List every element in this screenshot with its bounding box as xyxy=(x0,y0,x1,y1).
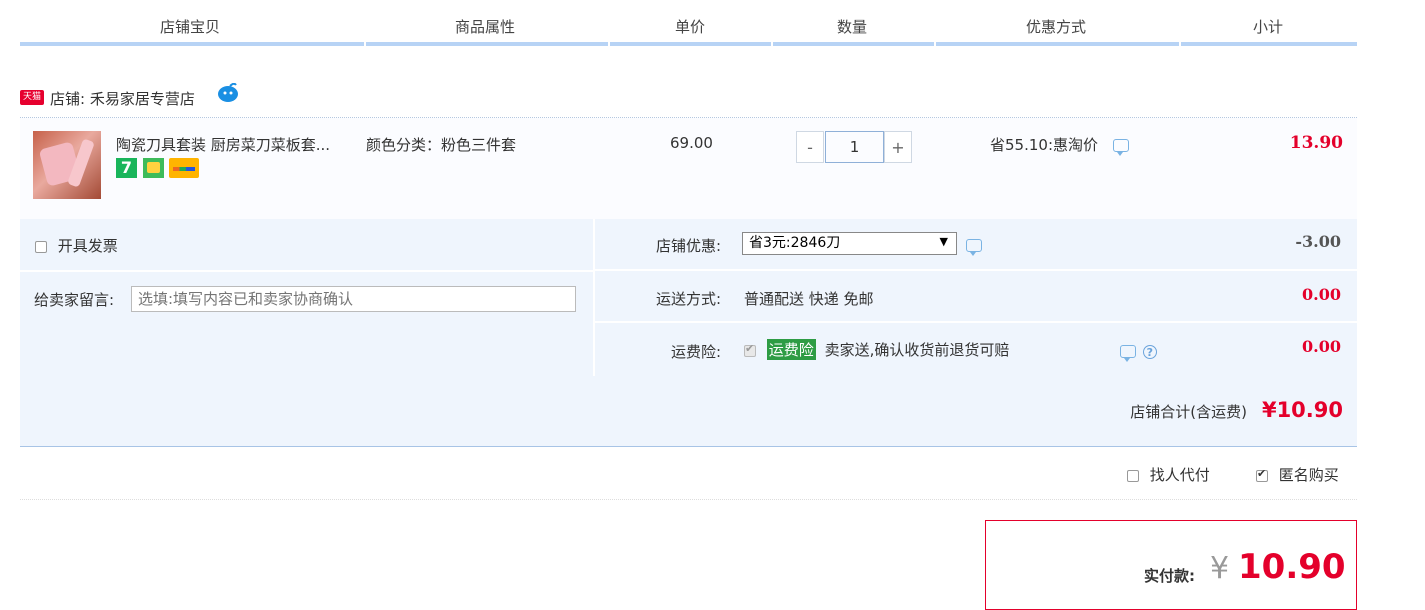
divider xyxy=(593,219,595,376)
message-label: 给卖家留言: xyxy=(34,291,115,309)
actual-payment-box: 实付款: ¥ 10.90 xyxy=(985,520,1357,610)
header-subtotal: 小计 xyxy=(1253,18,1284,36)
anonymous-checkbox[interactable] xyxy=(1256,467,1268,482)
quantity-increase-button[interactable]: + xyxy=(884,131,912,163)
invoice-option: 开具发票 xyxy=(35,235,118,256)
insurance-help-group: ? xyxy=(1120,342,1157,362)
divider xyxy=(595,321,1357,323)
item-subtotal: 13.90 xyxy=(1289,133,1343,153)
header-bar xyxy=(773,42,934,46)
shop-promo-value: 省3元:2846刀 xyxy=(749,235,841,251)
product-attribute: 颜色分类：粉色三件套 xyxy=(366,136,517,154)
header-bar xyxy=(366,42,608,46)
unit-price: 69.00 xyxy=(670,134,713,152)
shop-name[interactable]: 店铺: 禾易家居专营店 xyxy=(50,88,195,109)
shop-promo-amount: -3.00 xyxy=(1295,232,1341,251)
discount-chat-icon[interactable] xyxy=(1112,139,1129,156)
header-bar xyxy=(610,42,771,46)
product-title-link[interactable]: 陶瓷刀具套装 厨房菜刀菜板套... xyxy=(116,134,330,155)
insurance-amount: 0.00 xyxy=(1302,337,1341,356)
anonymous-label: 匿名购买 xyxy=(1278,466,1339,484)
product-thumbnail[interactable] xyxy=(33,131,101,199)
help-icon[interactable]: ? xyxy=(1142,344,1157,359)
currency-symbol: ¥ xyxy=(1210,551,1230,586)
cart-item-row: 陶瓷刀具套装 厨房菜刀菜板套... 7 颜色分类：粉色三件套 69.00 - 1… xyxy=(20,118,1357,219)
header-quantity: 数量 xyxy=(837,18,868,36)
divider xyxy=(20,499,1357,500)
wangwang-icon[interactable] xyxy=(217,83,239,103)
invoice-checkbox[interactable] xyxy=(35,240,47,253)
order-options-panel: 开具发票 给卖家留言: 店铺优惠: 省3元:2846刀 ▼ -3.00 运送方式… xyxy=(20,219,1357,376)
insurance-label: 运费险: xyxy=(670,343,721,361)
shipping-amount: 0.00 xyxy=(1302,285,1341,304)
shop-total-row: 店铺合计(含运费) ¥10.90 xyxy=(20,376,1357,447)
header-unit-price: 单价 xyxy=(675,18,706,36)
insurance-option: 运费险 卖家送,确认收货前退货可赔 xyxy=(744,339,1009,360)
header-bar xyxy=(936,42,1179,46)
quantity-decrease-button[interactable]: - xyxy=(796,131,824,163)
discount-method: 省55.10:惠淘价 xyxy=(990,134,1129,156)
divider xyxy=(20,270,593,272)
shop-total-label: 店铺合计(含运费) xyxy=(1130,403,1247,421)
insurance-checkbox[interactable] xyxy=(744,342,756,357)
credit-card-icon[interactable] xyxy=(169,158,199,178)
certified-icon[interactable] xyxy=(143,158,164,178)
tmall-badge-icon: 天猫 xyxy=(20,90,44,105)
pay-for-me-option: 找人代付 xyxy=(1127,464,1210,485)
pay-for-me-label: 找人代付 xyxy=(1149,466,1210,484)
insurance-badge: 运费险 xyxy=(766,339,816,360)
divider xyxy=(595,269,1357,271)
insurance-text: 卖家送,确认收货前退货可赔 xyxy=(824,341,1010,359)
shop-promo-label: 店铺优惠: xyxy=(655,237,721,255)
order-table-header: 店铺宝贝 商品属性 单价 数量 优惠方式 小计 xyxy=(20,0,1357,46)
invoice-label: 开具发票 xyxy=(57,237,118,255)
shop-promo-select[interactable]: 省3元:2846刀 ▼ xyxy=(742,232,957,255)
header-bar xyxy=(20,42,364,46)
header-shop-item: 店铺宝贝 xyxy=(160,18,221,36)
shop-total-amount: ¥10.90 xyxy=(1261,398,1343,422)
seven-day-return-icon[interactable]: 7 xyxy=(116,158,137,178)
seller-message-input[interactable] xyxy=(131,286,576,312)
quantity-input[interactable]: 1 xyxy=(825,131,884,163)
header-bar xyxy=(1181,42,1357,46)
promo-chat-icon[interactable] xyxy=(966,239,982,256)
actual-payment-amount: 10.90 xyxy=(1238,547,1346,587)
shipping-value: 普通配送 快递 免邮 xyxy=(744,290,874,308)
header-attributes: 商品属性 xyxy=(455,18,516,36)
insurance-chat-icon[interactable] xyxy=(1120,345,1136,362)
actual-payment-label: 实付款: xyxy=(1144,567,1195,585)
shipping-label: 运送方式: xyxy=(655,290,721,308)
header-discount: 优惠方式 xyxy=(1026,18,1087,36)
anonymous-purchase-option: 匿名购买 xyxy=(1256,464,1339,485)
discount-text: 省55.10:惠淘价 xyxy=(990,136,1098,154)
dropdown-arrow-icon: ▼ xyxy=(939,235,948,248)
pay-for-me-checkbox[interactable] xyxy=(1127,469,1139,482)
